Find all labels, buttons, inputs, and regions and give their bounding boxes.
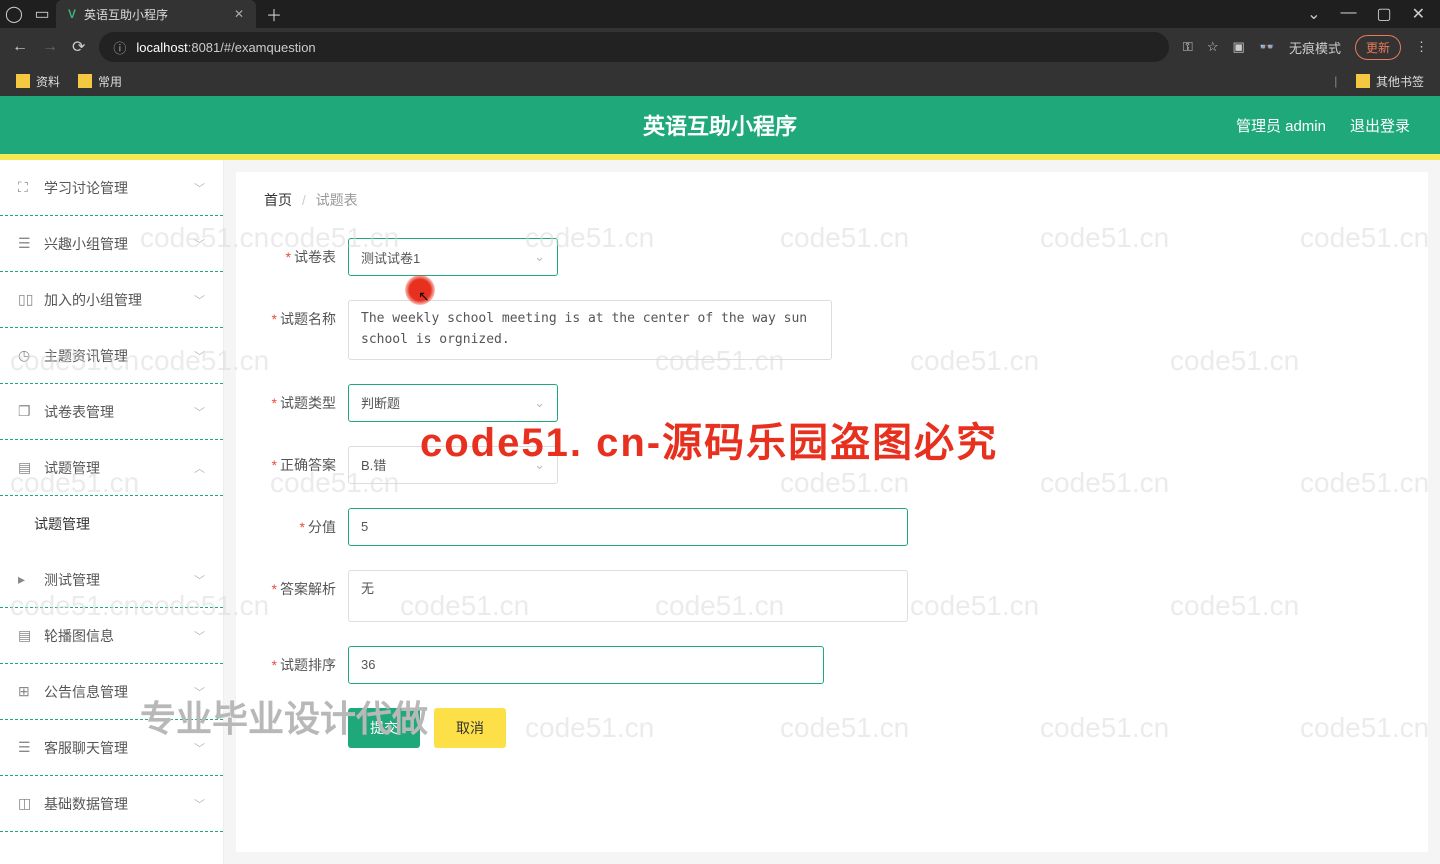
answer-select[interactable]: B.错⌄ xyxy=(348,446,558,484)
chevron-down-icon: ﹀ xyxy=(194,180,205,196)
content-area: 首页 / 试题表 *试卷表 测试试卷1⌄ *试题名称 The weekly sc… xyxy=(236,172,1428,852)
chevron-down-icon: ⌄ xyxy=(534,249,545,265)
chevron-up-icon: ﹀ xyxy=(194,460,205,476)
chevron-down-icon[interactable]: ⌄ xyxy=(1307,4,1320,24)
sidebar-item-news[interactable]: ◷主题资讯管理﹀ xyxy=(0,328,223,384)
close-icon[interactable]: ✕ xyxy=(234,7,244,21)
reload-button[interactable]: ⟳ xyxy=(72,37,85,57)
sidebar-item-paper[interactable]: ❐试卷表管理﹀ xyxy=(0,384,223,440)
label-type: 试题类型 xyxy=(280,395,336,411)
bookmark-item[interactable]: 常用 xyxy=(78,73,122,90)
lines-icon: ☰ xyxy=(18,739,34,756)
tab-blank-icon[interactable]: ▭ xyxy=(28,0,56,28)
menu-icon[interactable]: ⋮ xyxy=(1415,39,1428,55)
other-bookmarks[interactable]: | 其他书签 xyxy=(1334,73,1424,90)
layers-icon: ◫ xyxy=(18,795,34,812)
expand-icon: ⛶ xyxy=(18,179,34,196)
doc-icon: ▤ xyxy=(18,459,34,476)
sidebar: ⛶学习讨论管理﹀ ☰兴趣小组管理﹀ ▯▯加入的小组管理﹀ ◷主题资讯管理﹀ ❐试… xyxy=(0,160,224,864)
info-icon: ⓘ xyxy=(113,38,126,57)
chevron-down-icon: ﹀ xyxy=(194,292,205,308)
sidebar-item-joined[interactable]: ▯▯加入的小组管理﹀ xyxy=(0,272,223,328)
sidebar-item-carousel[interactable]: ▤轮播图信息﹀ xyxy=(0,608,223,664)
question-name-textarea[interactable]: The weekly school meeting is at the cent… xyxy=(348,300,832,360)
order-input[interactable] xyxy=(348,646,824,684)
chevron-down-icon: ﹀ xyxy=(194,404,205,420)
vue-icon: V xyxy=(68,7,76,21)
browser-tab-strip: ◯ ▭ V 英语互助小程序 ✕ ＋ ⌄ — ▢ ✕ xyxy=(0,0,1440,28)
type-select[interactable]: 判断题⌄ xyxy=(348,384,558,422)
breadcrumb-home[interactable]: 首页 xyxy=(264,192,292,208)
chevron-down-icon: ﹀ xyxy=(194,236,205,252)
label-score: 分值 xyxy=(308,519,336,535)
minimize-icon[interactable]: — xyxy=(1340,4,1356,24)
extension-icon[interactable]: ▣ xyxy=(1232,39,1244,55)
sidebar-item-group[interactable]: ☰兴趣小组管理﹀ xyxy=(0,216,223,272)
incognito-icon: 👓 xyxy=(1259,39,1275,55)
chevron-down-icon: ﹀ xyxy=(194,628,205,644)
browser-tab[interactable]: V 英语互助小程序 ✕ xyxy=(56,0,256,28)
sidebar-item-notice[interactable]: ⊞公告信息管理﹀ xyxy=(0,664,223,720)
image-icon: ▤ xyxy=(18,627,34,644)
paper-select[interactable]: 测试试卷1⌄ xyxy=(348,238,558,276)
folder-icon xyxy=(16,74,30,88)
grid-icon: ⊞ xyxy=(18,683,34,700)
explanation-textarea[interactable]: 无 xyxy=(348,570,908,622)
clock-icon: ◷ xyxy=(18,347,34,364)
url-text: localhost:8081/#/examquestion xyxy=(136,40,315,55)
sidebar-item-discussion[interactable]: ⛶学习讨论管理﹀ xyxy=(0,160,223,216)
user-label[interactable]: 管理员 admin xyxy=(1236,115,1326,136)
label-answer: 正确答案 xyxy=(280,457,336,473)
chevron-down-icon: ﹀ xyxy=(194,740,205,756)
chevron-down-icon: ﹀ xyxy=(194,572,205,588)
label-name: 试题名称 xyxy=(280,311,336,327)
list-icon: ☰ xyxy=(18,235,34,252)
star-icon[interactable]: ☆ xyxy=(1207,39,1219,55)
bookmark-item[interactable]: 资料 xyxy=(16,73,60,90)
tab-prev-icon[interactable]: ◯ xyxy=(0,0,28,28)
breadcrumb-page: 试题表 xyxy=(316,192,358,208)
flag-icon: ▸ xyxy=(18,571,34,588)
chevron-down-icon: ⌄ xyxy=(534,395,545,411)
logout-link[interactable]: 退出登录 xyxy=(1350,115,1410,136)
incognito-label: 无痕模式 xyxy=(1289,38,1341,57)
bookmarks-bar: 资料 常用 | 其他书签 xyxy=(0,66,1440,96)
app-title: 英语互助小程序 xyxy=(643,109,797,141)
close-window-icon[interactable]: ✕ xyxy=(1412,4,1425,24)
tab-title: 英语互助小程序 xyxy=(84,6,168,23)
sidebar-item-basedata[interactable]: ◫基础数据管理﹀ xyxy=(0,776,223,832)
sidebar-subitem-question[interactable]: 试题管理 xyxy=(0,496,223,552)
address-bar[interactable]: ⓘ localhost:8081/#/examquestion xyxy=(99,32,1169,62)
back-button[interactable]: ← xyxy=(12,38,28,56)
cancel-button[interactable]: 取消 xyxy=(434,708,506,748)
new-tab-button[interactable]: ＋ xyxy=(256,2,292,26)
chevron-down-icon: ﹀ xyxy=(194,348,205,364)
chevron-down-icon: ﹀ xyxy=(194,796,205,812)
chart-icon: ▯▯ xyxy=(18,291,34,308)
submit-button[interactable]: 提交 xyxy=(348,708,420,748)
chevron-down-icon: ⌄ xyxy=(534,457,545,473)
sidebar-item-test[interactable]: ▸测试管理﹀ xyxy=(0,552,223,608)
maximize-icon[interactable]: ▢ xyxy=(1376,4,1391,24)
sidebar-item-chat[interactable]: ☰客服聊天管理﹀ xyxy=(0,720,223,776)
breadcrumb: 首页 / 试题表 xyxy=(264,190,1400,210)
folder-icon xyxy=(1356,74,1370,88)
score-input[interactable] xyxy=(348,508,908,546)
label-explanation: 答案解析 xyxy=(280,581,336,597)
browser-toolbar: ← → ⟳ ⓘ localhost:8081/#/examquestion ⚿ … xyxy=(0,28,1440,66)
sidebar-item-question[interactable]: ▤试题管理﹀ xyxy=(0,440,223,496)
update-button[interactable]: 更新 xyxy=(1355,35,1401,60)
label-order: 试题排序 xyxy=(280,657,336,673)
label-paper: 试卷表 xyxy=(294,249,336,265)
window-controls: ⌄ — ▢ ✕ xyxy=(1307,4,1440,24)
copy-icon: ❐ xyxy=(18,403,34,420)
forward-button[interactable]: → xyxy=(42,38,58,56)
chevron-down-icon: ﹀ xyxy=(194,684,205,700)
app-header: 英语互助小程序 管理员 admin 退出登录 xyxy=(0,96,1440,154)
key-icon[interactable]: ⚿ xyxy=(1183,39,1193,55)
folder-icon xyxy=(78,74,92,88)
